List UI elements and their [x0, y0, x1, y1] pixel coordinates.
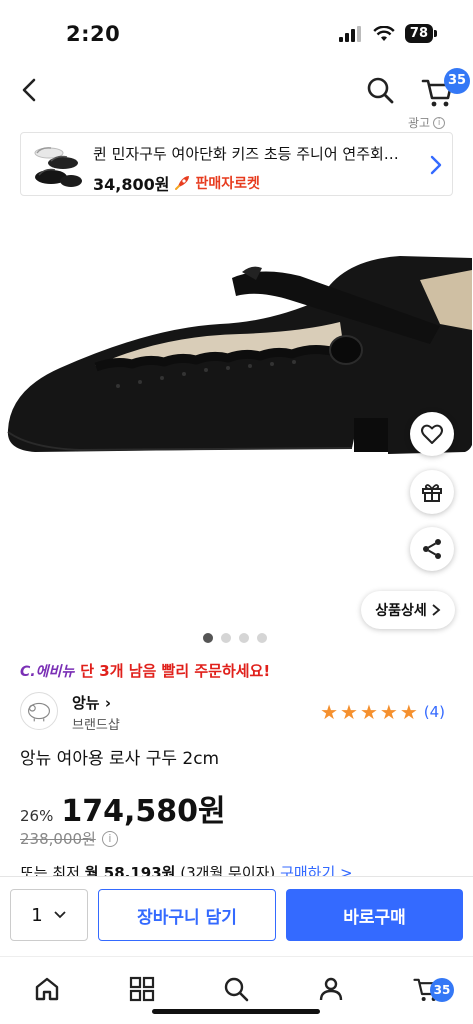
product-detail-button[interactable]: 상품상세	[361, 591, 455, 629]
ad-label[interactable]: 광고 i	[408, 114, 446, 131]
ad-label-text: 광고	[408, 116, 431, 130]
ad-price-row: 34,800원 판매자로켓	[93, 171, 260, 195]
installment-buy-link[interactable]: 구매하기 >	[280, 864, 353, 876]
pager-dot[interactable]	[221, 633, 231, 643]
sale-price: 174,580원	[61, 794, 226, 829]
star-icon: ★	[399, 700, 418, 724]
review-count: (4)	[423, 703, 445, 721]
user-icon	[319, 977, 343, 1001]
quantity-value: 1	[31, 904, 43, 926]
chevron-down-icon	[54, 911, 66, 919]
original-price-row: 238,000원 i	[20, 828, 118, 849]
brand-row: 앙뉴 › 브랜드샵 ★ ★ ★ ★ ★ (4)	[20, 690, 453, 734]
tab-my-page[interactable]	[311, 969, 351, 1009]
gift-icon	[422, 484, 442, 502]
installment-info: 또는 최저 월 58,193원 (3개월 무이자) 구매하기 >	[20, 862, 353, 876]
gift-button[interactable]	[410, 470, 454, 514]
product-image[interactable]	[0, 240, 473, 480]
ad-product-thumbnail	[34, 147, 82, 187]
quantity-select[interactable]: 1	[10, 889, 88, 941]
pager-dot[interactable]	[203, 633, 213, 643]
wishlist-button[interactable]	[410, 412, 454, 456]
brand-shop-label: 브랜드샵	[72, 718, 120, 733]
nav-bar	[0, 62, 473, 118]
status-bar: 2:20 78	[0, 0, 473, 62]
tab-category[interactable]	[122, 969, 162, 1009]
seller-logo: C.에비뉴	[20, 663, 75, 680]
cart-count-badge: 35	[444, 68, 470, 94]
pager-dot[interactable]	[239, 633, 249, 643]
search-tab-icon	[224, 977, 249, 1002]
info-icon: i	[433, 116, 446, 129]
image-pager	[203, 633, 267, 643]
buy-now-button[interactable]: 바로구매	[286, 889, 463, 941]
brand-shop-link[interactable]: 앙뉴 ›	[72, 692, 111, 713]
info-icon[interactable]: i	[101, 830, 118, 847]
original-price: 238,000원	[20, 830, 96, 848]
purchase-bar: 1 장바구니 담기 바로구매	[0, 876, 473, 956]
signal-icon	[338, 25, 361, 42]
tab-home[interactable]	[27, 969, 67, 1009]
installment-prefix: 또는 최저	[20, 864, 80, 876]
installment-amount: 월 58,193원	[84, 864, 176, 876]
battery-indicator: 78	[404, 24, 438, 43]
chevron-right-icon	[432, 604, 441, 616]
brand-logo[interactable]	[20, 692, 58, 730]
share-icon	[423, 539, 441, 559]
brand-name: 앙뉴	[72, 694, 100, 712]
star-icon: ★	[379, 700, 398, 724]
product-title: 앙뉴 여아용 로사 구두 2cm	[20, 749, 220, 769]
add-to-cart-button[interactable]: 장바구니 담기	[98, 889, 276, 941]
star-icon: ★	[340, 700, 358, 724]
rating[interactable]: ★ ★ ★ ★ ★ (4)	[320, 702, 445, 722]
category-icon	[129, 976, 155, 1002]
tab-cart-badge: 35	[430, 978, 454, 1002]
status-icons: 78	[338, 24, 438, 43]
home-icon	[35, 977, 59, 1001]
heart-icon	[421, 424, 443, 444]
share-button[interactable]	[410, 527, 454, 571]
chevron-right-icon	[430, 155, 442, 175]
star-icon: ★	[320, 700, 338, 724]
ad-banner[interactable]: 퀸 민자구두 여아단화 키즈 초등 주니어 연주회… 34,800원 판매자로켓	[20, 132, 453, 196]
product-detail-label: 상품상세	[375, 603, 427, 619]
home-indicator	[152, 1009, 320, 1014]
status-time: 2:20	[66, 22, 121, 46]
stock-urgency-banner: C.에비뉴 단 3개 남음 빨리 주문하세요!	[20, 660, 270, 681]
price-row: 26% 174,580원	[20, 786, 226, 830]
rocket-icon	[175, 176, 190, 190]
tab-search[interactable]	[216, 969, 256, 1009]
discount-rate: 26%	[20, 807, 54, 825]
ad-price: 34,800원	[93, 175, 170, 194]
chevron-right-icon: ›	[104, 694, 112, 712]
installment-detail: (3개월 무이자)	[180, 864, 276, 876]
pager-dot[interactable]	[257, 633, 267, 643]
stock-urgency-text: 단 3개 남음 빨리 주문하세요!	[80, 662, 271, 680]
back-icon[interactable]	[14, 74, 46, 106]
search-icon[interactable]	[364, 74, 396, 106]
seller-rocket-label: 판매자로켓	[195, 176, 260, 192]
wifi-icon	[373, 25, 395, 41]
star-icon: ★	[359, 700, 378, 724]
ad-title: 퀸 민자구두 여아단화 키즈 초등 주니어 연주회…	[93, 145, 399, 163]
